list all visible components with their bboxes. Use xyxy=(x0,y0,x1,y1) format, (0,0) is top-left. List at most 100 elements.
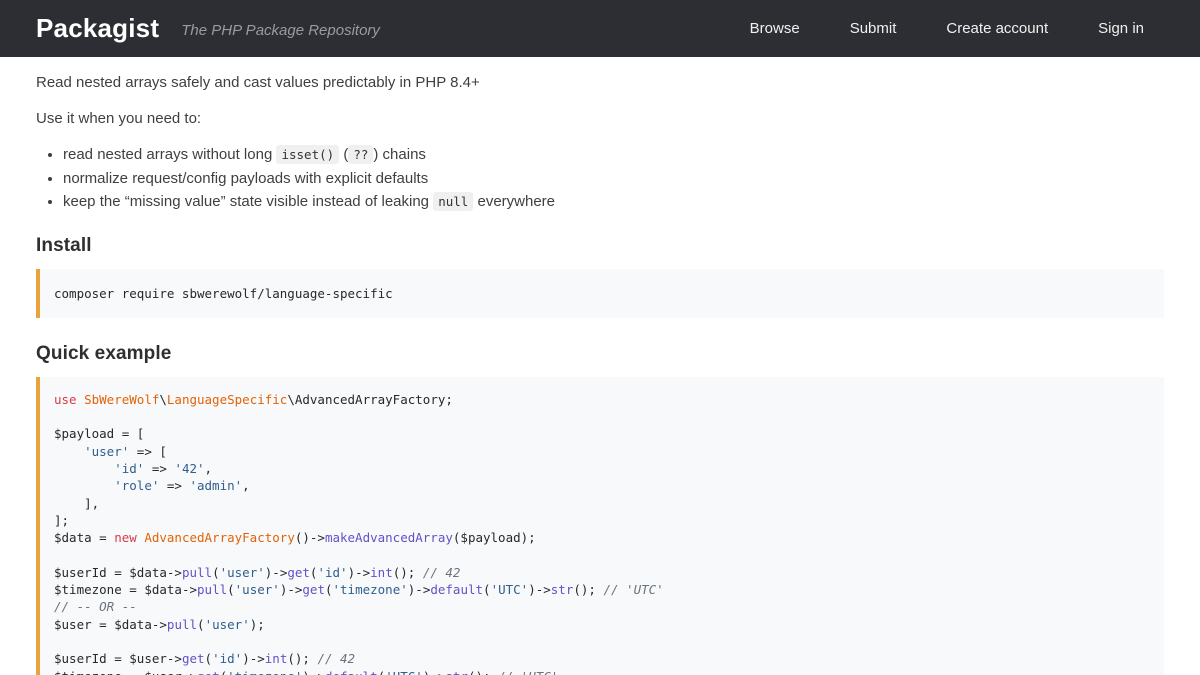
code-token: AdvancedArrayFactory xyxy=(144,530,295,545)
code-token: read nested arrays without long xyxy=(63,146,276,163)
code-token: = xyxy=(122,669,145,675)
code-token: ]; xyxy=(54,513,69,528)
code-line: // -- OR -- xyxy=(54,598,1148,615)
code-token: $timezone xyxy=(54,669,122,675)
code-line: $data = new AdvancedArrayFactory()->make… xyxy=(54,529,1148,546)
code-token: (); xyxy=(468,669,498,675)
header: Packagist The PHP Package Repository Bro… xyxy=(0,0,1200,57)
site-logo[interactable]: Packagist xyxy=(36,13,159,44)
code-line: ], xyxy=(54,495,1148,512)
list-item: keep the “missing value” state visible i… xyxy=(63,190,1164,214)
code-token: 'id' xyxy=(114,461,144,476)
code-token: ); xyxy=(250,617,265,632)
code-line: use SbWereWolf\LanguageSpecific\Advanced… xyxy=(54,391,1148,408)
code-token: pull xyxy=(197,582,227,597)
code-token: 'admin' xyxy=(189,478,242,493)
code-line: $timezone = $data->pull('user')->get('ti… xyxy=(54,581,1148,598)
code-token: pull xyxy=(182,565,212,580)
code-token: 'UTC' xyxy=(385,669,423,675)
code-token: 'UTC' xyxy=(491,582,529,597)
code-token: => xyxy=(159,478,189,493)
quick-example-heading: Quick example xyxy=(36,343,1164,365)
code-token: $data xyxy=(114,617,152,632)
nav-browse[interactable]: Browse xyxy=(750,20,800,37)
code-token: )-> xyxy=(528,582,551,597)
inline-code: ?? xyxy=(348,145,373,164)
nav-submit[interactable]: Submit xyxy=(850,20,897,37)
code-token: -> xyxy=(152,617,167,632)
code-token: ( xyxy=(483,582,491,597)
code-line: $userId = $data->pull('user')->get('id')… xyxy=(54,564,1148,581)
code-token: )-> xyxy=(265,565,288,580)
code-line: 'user' => [ xyxy=(54,443,1148,460)
code-token: 'user' xyxy=(84,444,129,459)
code-token: , xyxy=(205,461,213,476)
code-token: ); xyxy=(521,530,536,545)
code-line: 'role' => 'admin', xyxy=(54,477,1148,494)
code-token: $data xyxy=(144,582,182,597)
code-token: )-> xyxy=(302,669,325,675)
code-token: get xyxy=(197,669,220,675)
code-token: , xyxy=(242,478,250,493)
code-token: keep the “missing value” state visible i… xyxy=(63,193,433,210)
code-token: '42' xyxy=(174,461,204,476)
code-token: )-> xyxy=(348,565,371,580)
readme-content: Read nested arrays safely and cast value… xyxy=(0,57,1200,675)
example-code-block: use SbWereWolf\LanguageSpecific\Advanced… xyxy=(36,377,1164,675)
code-token: pull xyxy=(167,617,197,632)
use-when-paragraph: Use it when you need to: xyxy=(36,109,1164,128)
code-token: $payload xyxy=(460,530,520,545)
code-token: $user xyxy=(129,651,167,666)
code-token: get xyxy=(182,651,205,666)
code-token: (); xyxy=(573,582,603,597)
code-token: SbWereWolf xyxy=(84,392,159,407)
code-token: get xyxy=(302,582,325,597)
code-token: 'timezone' xyxy=(333,582,408,597)
code-token: 'id' xyxy=(212,651,242,666)
code-token: // 'UTC' xyxy=(603,582,663,597)
code-token: )-> xyxy=(242,651,265,666)
install-heading: Install xyxy=(36,235,1164,257)
code-token xyxy=(54,478,114,493)
code-token: ( xyxy=(227,582,235,597)
code-token: ( xyxy=(220,669,228,675)
code-token: )-> xyxy=(280,582,303,597)
code-token: -> xyxy=(182,582,197,597)
code-token: = xyxy=(122,582,145,597)
code-token: (); xyxy=(287,651,317,666)
code-token: 'user' xyxy=(235,582,280,597)
code-token xyxy=(54,444,84,459)
code-line xyxy=(54,633,1148,650)
code-token xyxy=(77,392,85,407)
intro-paragraph: Read nested arrays safely and cast value… xyxy=(36,73,1164,92)
code-token: int xyxy=(265,651,288,666)
code-token: str xyxy=(551,582,574,597)
inline-code: isset() xyxy=(276,145,339,164)
code-token: => [ xyxy=(129,444,167,459)
main-nav: Browse Submit Create account Sign in xyxy=(750,20,1144,37)
code-token: str xyxy=(445,669,468,675)
code-token: $data xyxy=(129,565,167,580)
code-token: $data xyxy=(54,530,92,545)
nav-sign-in[interactable]: Sign in xyxy=(1098,20,1144,37)
code-line: $user = $data->pull('user'); xyxy=(54,616,1148,633)
code-token: $timezone xyxy=(54,582,122,597)
code-token: ( xyxy=(339,146,348,163)
code-token: 'role' xyxy=(114,478,159,493)
code-token: $userId xyxy=(54,651,107,666)
code-token: (); xyxy=(393,565,423,580)
install-code-block: composer require sbwerewolf/language-spe… xyxy=(36,269,1164,318)
code-token: // 42 xyxy=(317,651,355,666)
code-token: ], xyxy=(54,496,99,511)
list-item: read nested arrays without long isset() … xyxy=(63,143,1164,167)
nav-create-account[interactable]: Create account xyxy=(946,20,1048,37)
code-token: -> xyxy=(182,669,197,675)
code-line: composer require sbwerewolf/language-spe… xyxy=(54,285,1148,302)
code-token: \ xyxy=(159,392,167,407)
code-token: ()-> xyxy=(295,530,325,545)
code-token: = xyxy=(92,530,115,545)
code-token: = xyxy=(107,565,130,580)
code-token: = xyxy=(92,617,115,632)
code-token: 'user' xyxy=(220,565,265,580)
code-token: $userId xyxy=(54,565,107,580)
